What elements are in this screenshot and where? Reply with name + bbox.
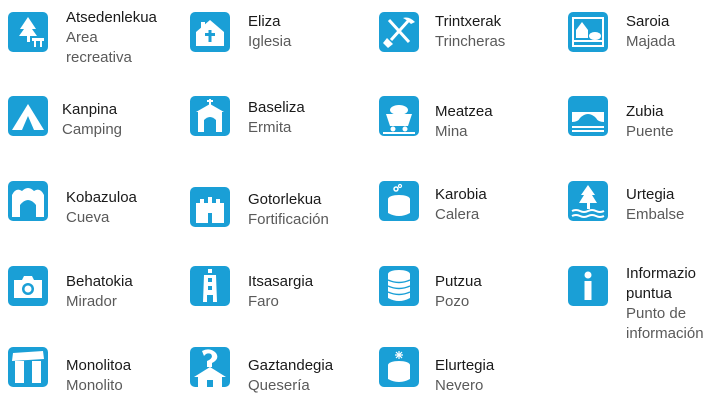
label-eu: Behatokia bbox=[66, 273, 133, 290]
label-eu: Urtegia bbox=[626, 186, 675, 203]
crossed-shovel-pickaxe-icon bbox=[379, 12, 419, 52]
label-es: información bbox=[626, 325, 704, 342]
label-es: Area bbox=[66, 29, 98, 46]
label-eu: Monolitoa bbox=[66, 357, 132, 374]
label-es: Ermita bbox=[248, 119, 292, 136]
hermitage-icon bbox=[190, 96, 230, 136]
lighthouse-icon bbox=[190, 266, 230, 306]
dolmen-icon bbox=[8, 347, 48, 387]
cave-icon bbox=[8, 181, 48, 221]
label-es: Trincheras bbox=[435, 33, 506, 50]
label-eu: Trintxerak bbox=[435, 13, 502, 30]
label-es: Puente bbox=[626, 123, 674, 140]
mine-cart-icon bbox=[379, 96, 419, 136]
picnic-table-tree-icon bbox=[8, 12, 48, 52]
label-eu: Karobia bbox=[435, 186, 487, 203]
label-es: Punto de bbox=[626, 305, 687, 322]
label-es: Mina bbox=[435, 123, 468, 140]
label-es: Quesería bbox=[248, 377, 310, 394]
label-eu: Gaztandegia bbox=[248, 357, 334, 374]
well-icon bbox=[379, 266, 419, 306]
reservoir-tree-icon bbox=[568, 181, 608, 221]
label-eu: Saroia bbox=[626, 13, 670, 30]
label-es: Fortificación bbox=[248, 211, 329, 228]
camera-icon bbox=[8, 266, 48, 306]
cheese-dairy-icon bbox=[190, 347, 230, 387]
tent-icon bbox=[8, 96, 48, 136]
label-eu: Informazio bbox=[626, 265, 697, 282]
label-es: Calera bbox=[435, 206, 480, 223]
label-es: Pozo bbox=[435, 293, 470, 310]
ice-house-icon bbox=[379, 347, 419, 387]
label-eu: Kobazuloa bbox=[66, 189, 137, 206]
label-es: Faro bbox=[248, 293, 279, 310]
label-eu: Meatzea bbox=[435, 103, 493, 120]
label-eu: Eliza bbox=[248, 13, 281, 30]
castle-wall-icon bbox=[190, 187, 230, 227]
label-es: Embalse bbox=[626, 206, 685, 223]
label-es: Cueva bbox=[66, 209, 110, 226]
label-es: Monolito bbox=[66, 377, 123, 394]
label-eu: puntua bbox=[626, 285, 672, 302]
label-eu: Itsasargia bbox=[248, 273, 314, 290]
label-es: Iglesia bbox=[248, 33, 292, 50]
info-icon bbox=[568, 266, 608, 306]
label-eu: Kanpina bbox=[62, 101, 118, 118]
sheepfold-icon bbox=[568, 12, 608, 52]
label-es: Majada bbox=[626, 33, 676, 50]
label-es: Camping bbox=[62, 121, 123, 138]
bridge-icon bbox=[568, 96, 608, 136]
label-eu: Putzua bbox=[435, 273, 482, 290]
lime-kiln-icon bbox=[379, 181, 419, 221]
label-eu: Gotorlekua bbox=[248, 191, 322, 208]
label-eu: Elurtegia bbox=[435, 357, 495, 374]
label-es: Nevero bbox=[435, 377, 484, 394]
label-eu: Atsedenlekua bbox=[66, 9, 157, 26]
label-eu: Baseliza bbox=[248, 99, 305, 116]
label-es: recreativa bbox=[66, 49, 132, 66]
label-eu: Zubia bbox=[626, 103, 664, 120]
label-es: Mirador bbox=[66, 293, 117, 310]
church-icon bbox=[190, 12, 230, 52]
